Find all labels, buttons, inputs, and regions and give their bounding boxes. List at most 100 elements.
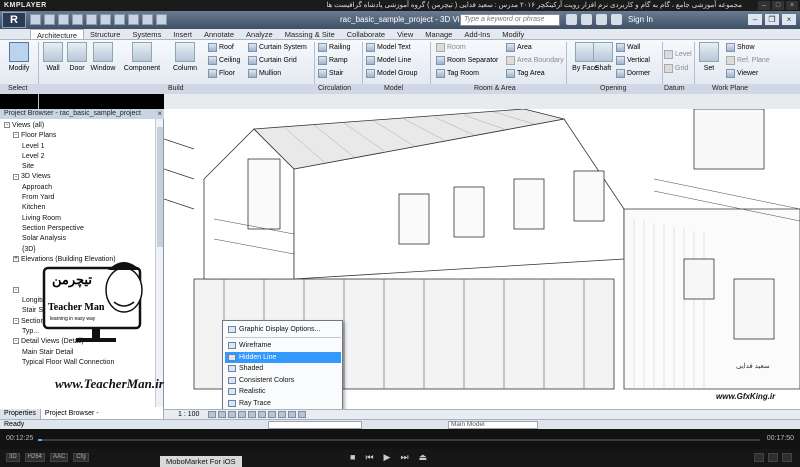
- revit-close-icon[interactable]: ×: [782, 14, 796, 25]
- tab-modify[interactable]: Modify: [496, 29, 530, 39]
- tag-area-button[interactable]: Tag Area: [506, 69, 545, 78]
- roof-button[interactable]: Roof: [208, 43, 234, 52]
- measure-icon[interactable]: [100, 14, 111, 25]
- print-icon[interactable]: [86, 14, 97, 25]
- equalizer-icon[interactable]: [782, 453, 792, 462]
- room-separator-button[interactable]: Room Separator: [436, 56, 498, 65]
- tree-item[interactable]: Living Room: [0, 214, 154, 224]
- viewer-button[interactable]: Viewer: [726, 69, 758, 78]
- search-icon[interactable]: [566, 14, 577, 25]
- ceiling-button[interactable]: Ceiling: [208, 56, 240, 65]
- visual-style-icon[interactable]: [218, 411, 226, 418]
- menu-item-hidden-line[interactable]: Hidden Line: [225, 351, 341, 363]
- tree-item[interactable]: Level 1: [0, 142, 154, 152]
- model-line-button[interactable]: Model Line: [366, 56, 411, 65]
- section-icon[interactable]: [156, 14, 167, 25]
- crop-icon[interactable]: [258, 411, 266, 418]
- player-audio-codec[interactable]: AAC: [50, 453, 69, 462]
- shaft-button[interactable]: Shaft: [588, 42, 618, 72]
- sun-path-icon[interactable]: [228, 411, 236, 418]
- tab-insert[interactable]: Insert: [167, 29, 198, 39]
- text-icon[interactable]: [128, 14, 139, 25]
- maximize-icon[interactable]: □: [772, 1, 784, 10]
- browser-close-icon[interactable]: ×: [157, 109, 162, 119]
- player-3d-button[interactable]: 3D: [6, 453, 20, 462]
- menu-item-wireframe[interactable]: Wireframe: [225, 340, 341, 351]
- play-icon[interactable]: ▶: [384, 452, 391, 463]
- collapse-icon[interactable]: -: [13, 317, 19, 324]
- room-button[interactable]: Room: [436, 43, 466, 52]
- minimize-icon[interactable]: –: [758, 1, 770, 10]
- tree-item[interactable]: -3D Views: [0, 172, 154, 182]
- area-button[interactable]: Area: [506, 43, 532, 52]
- lock-view-icon[interactable]: [278, 411, 286, 418]
- menu-item-realistic[interactable]: Realistic: [225, 386, 341, 397]
- tree-item[interactable]: - Views (all): [0, 121, 154, 131]
- playlist-icon[interactable]: [768, 453, 778, 462]
- modify-button[interactable]: Modify: [4, 42, 34, 72]
- floor-button[interactable]: Floor: [208, 69, 235, 78]
- workset-field[interactable]: [268, 421, 362, 429]
- tab-view[interactable]: View: [391, 29, 419, 39]
- save-icon[interactable]: [44, 14, 55, 25]
- grid-button[interactable]: Grid: [664, 64, 688, 73]
- collapse-icon[interactable]: -: [13, 173, 19, 180]
- wall-opening-button[interactable]: Wall: [616, 43, 640, 52]
- menu-item-shaded[interactable]: Shaded: [225, 363, 341, 374]
- tab-massing-site[interactable]: Massing & Site: [279, 29, 341, 39]
- close-icon[interactable]: ×: [786, 1, 798, 10]
- player-video-codec[interactable]: H264: [24, 453, 46, 462]
- vertical-opening-button[interactable]: Vertical: [616, 56, 650, 65]
- browser-scrollbar[interactable]: [155, 119, 163, 407]
- show-button[interactable]: Show: [726, 43, 755, 52]
- shadows-icon[interactable]: [238, 411, 246, 418]
- tree-item[interactable]: - Floor Plans: [0, 131, 154, 141]
- detail-level-icon[interactable]: [208, 411, 216, 418]
- curtain-system-button[interactable]: Curtain System: [248, 43, 307, 52]
- stop-icon[interactable]: ■: [350, 452, 355, 463]
- render-icon[interactable]: [248, 411, 256, 418]
- mobomarket-ad[interactable]: MoboMarket For iOS: [160, 456, 242, 467]
- set-button[interactable]: Set: [694, 42, 724, 72]
- tree-item[interactable]: Level 2: [0, 152, 154, 162]
- model-text-button[interactable]: Model Text: [366, 43, 411, 52]
- view-scale[interactable]: 1 : 100: [178, 410, 199, 419]
- reveal-hidden-icon[interactable]: [298, 411, 306, 418]
- hide-isolate-icon[interactable]: [288, 411, 296, 418]
- tree-item[interactable]: From Yard: [0, 193, 154, 203]
- menu-item-ray-trace[interactable]: Ray Trace: [225, 398, 341, 409]
- tree-item[interactable]: Site: [0, 162, 154, 172]
- collapse-icon[interactable]: -: [13, 338, 19, 345]
- tab-structure[interactable]: Structure: [84, 29, 126, 39]
- eject-icon[interactable]: ⏏: [419, 452, 428, 463]
- tab-systems[interactable]: Systems: [126, 29, 167, 39]
- dormer-button[interactable]: Dormer: [616, 69, 650, 78]
- revit-restore-icon[interactable]: ❐: [765, 14, 779, 25]
- ramp-button[interactable]: Ramp: [318, 56, 348, 65]
- undo-icon[interactable]: [58, 14, 69, 25]
- tab-analyze[interactable]: Analyze: [240, 29, 279, 39]
- stair-button[interactable]: Stair: [318, 69, 343, 78]
- player-config-button[interactable]: Cfg: [73, 453, 89, 462]
- window-button[interactable]: Window: [88, 42, 118, 72]
- collapse-icon[interactable]: -: [13, 286, 19, 293]
- menu-item-consistent-colors[interactable]: Consistent Colors: [225, 375, 341, 386]
- revit-minimize-icon[interactable]: –: [748, 14, 762, 25]
- ref-plane-button[interactable]: Ref. Plane: [726, 56, 770, 65]
- seek-bar[interactable]: [38, 439, 760, 441]
- panel-label-select[interactable]: Select: [8, 84, 27, 94]
- tab-collaborate[interactable]: Collaborate: [341, 29, 391, 39]
- column-button[interactable]: Column: [170, 42, 200, 72]
- collapse-icon[interactable]: -: [4, 122, 10, 129]
- 3d-view-icon[interactable]: [142, 14, 153, 25]
- tree-item[interactable]: Kitchen: [0, 203, 154, 213]
- search-input[interactable]: Type a keyword or phrase: [460, 14, 560, 26]
- communication-icon[interactable]: [596, 14, 607, 25]
- expand-icon[interactable]: +: [13, 256, 19, 263]
- revit-app-button[interactable]: R: [2, 12, 26, 28]
- tab-properties[interactable]: Properties: [0, 409, 41, 419]
- tree-item[interactable]: Approach: [0, 183, 154, 193]
- menu-item-graphic-display-options[interactable]: Graphic Display Options...: [225, 324, 341, 335]
- collapse-icon[interactable]: -: [13, 132, 19, 139]
- tree-item[interactable]: Section Perspective: [0, 224, 154, 234]
